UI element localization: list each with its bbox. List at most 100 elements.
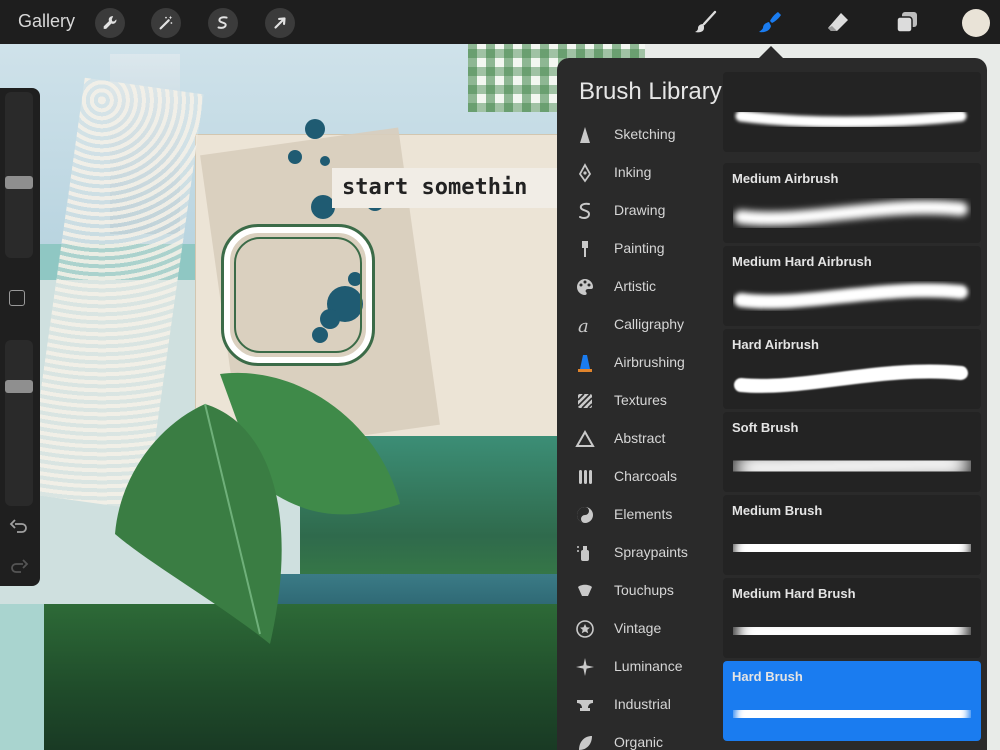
smudge-icon[interactable] (754, 6, 786, 38)
yin-yang-icon (575, 505, 595, 525)
brush-stroke-preview (735, 112, 967, 128)
category-label: Inking (614, 164, 652, 180)
wrench-icon[interactable] (95, 8, 125, 38)
svg-text:a: a (578, 316, 589, 335)
brush-stroke-preview (734, 200, 968, 226)
undo-icon[interactable] (9, 518, 29, 538)
brush-stroke-preview (734, 364, 968, 393)
brush-card[interactable]: Medium Hard Brush (723, 578, 981, 658)
category-sketching[interactable]: Sketching (557, 116, 722, 154)
brush-card[interactable]: Medium Airbrush (723, 163, 981, 243)
brush-card[interactable]: Medium Hard Airbrush (723, 246, 981, 326)
category-label: Vintage (614, 620, 662, 636)
paintbrush-icon (575, 239, 595, 259)
texture-icon (575, 391, 595, 411)
anvil-icon (575, 695, 595, 715)
brush-name: Medium Airbrush (732, 171, 839, 186)
category-painting[interactable]: Painting (557, 230, 722, 268)
brush-size-slider[interactable] (5, 92, 33, 258)
category-textures[interactable]: Textures (557, 382, 722, 420)
category-label: Touchups (614, 582, 674, 598)
brush-library-panel: Brush Library Sketching Inking Drawing Pain… (557, 58, 987, 750)
redo-icon[interactable] (9, 558, 29, 578)
category-industrial[interactable]: Industrial (557, 686, 722, 724)
brush-name: Hard Airbrush (732, 337, 819, 352)
opacity-slider[interactable] (5, 340, 33, 506)
brush-card[interactable]: Hard Airbrush (723, 329, 981, 409)
leaf-icon (575, 733, 595, 750)
top-toolbar: Gallery (0, 0, 1000, 44)
category-label: Textures (614, 392, 667, 408)
category-inking[interactable]: Inking (557, 154, 722, 192)
charcoal-icon (575, 467, 595, 487)
modify-button[interactable] (9, 290, 25, 306)
eraser-icon[interactable] (822, 6, 854, 38)
brush-card[interactable]: Soft Brush (723, 412, 981, 492)
category-label: Airbrushing (614, 354, 685, 370)
category-touchups[interactable]: Touchups (557, 572, 722, 610)
category-abstract[interactable]: Abstract (557, 420, 722, 458)
brush-size-thumb[interactable] (5, 176, 33, 189)
procreate-app: Gallery start somethin Brush Library Ske… (0, 0, 1000, 750)
mint-border (0, 604, 44, 750)
selection-icon[interactable] (208, 8, 238, 38)
category-label: Painting (614, 240, 665, 256)
start-something-label: start somethin (332, 168, 562, 208)
squiggle-icon (575, 201, 595, 221)
category-airbrushing[interactable]: Airbrushing (557, 344, 722, 382)
category-label: Charcoals (614, 468, 678, 484)
layers-icon[interactable] (891, 6, 923, 38)
color-swatch[interactable] (962, 9, 990, 37)
brush-stroke-preview (734, 449, 970, 483)
category-elements[interactable]: Elements (557, 496, 722, 534)
brush-stroke-preview (734, 283, 968, 309)
brush-sliders-sidebar (0, 88, 40, 586)
category-label: Drawing (614, 202, 666, 218)
brush-card[interactable]: Hard Brush (723, 661, 981, 741)
palette-icon (575, 277, 595, 297)
gallery-button[interactable]: Gallery (18, 11, 75, 32)
brush-name: Medium Hard Airbrush (732, 254, 872, 269)
pen-nib-icon (575, 163, 595, 183)
brush-name: Soft Brush (732, 420, 799, 435)
brush-name: Medium Hard Brush (732, 586, 856, 601)
category-list: Sketching Inking Drawing Painting Artistic a C… (557, 116, 722, 750)
pencil-tip-icon (575, 125, 595, 145)
category-artistic[interactable]: Artistic (557, 268, 722, 306)
opacity-thumb[interactable] (5, 380, 33, 393)
magic-wand-icon[interactable] (151, 8, 181, 38)
brush-cursor-ring (221, 224, 375, 366)
transform-arrow-icon[interactable] (265, 8, 295, 38)
category-calligraphy[interactable]: a Calligraphy (557, 306, 722, 344)
category-organic[interactable]: Organic (557, 724, 722, 750)
brush-name: Hard Brush (732, 669, 803, 684)
category-vintage[interactable]: Vintage (557, 610, 722, 648)
brush-stroke-preview (733, 530, 971, 566)
brush-list: Medium Airbrush Medium Hard Airbrush Hard … (723, 72, 981, 750)
category-label: Luminance (614, 658, 683, 674)
touchup-icon (575, 581, 595, 601)
category-charcoals[interactable]: Charcoals (557, 458, 722, 496)
category-label: Elements (614, 506, 673, 522)
brush-name: Medium Brush (732, 503, 823, 518)
category-drawing[interactable]: Drawing (557, 192, 722, 230)
category-label: Artistic (614, 278, 656, 294)
brush-stroke-preview (736, 612, 968, 650)
popover-arrow (759, 46, 783, 58)
category-label: Calligraphy (614, 316, 685, 332)
category-label: Organic (614, 734, 664, 750)
brush-stroke-preview (735, 694, 969, 734)
category-spraypaints[interactable]: Spraypaints (557, 534, 722, 572)
calligraphy-a-icon: a (575, 315, 595, 337)
brush-card[interactable] (723, 72, 981, 152)
spray-can-icon (575, 543, 595, 563)
category-label: Spraypaints (614, 544, 688, 560)
category-label: Industrial (614, 696, 671, 712)
brush-icon[interactable] (690, 6, 722, 38)
brush-card[interactable]: Medium Brush (723, 495, 981, 575)
airbrush-icon (575, 353, 595, 373)
green-leaf (110, 364, 410, 644)
star-badge-icon (575, 619, 595, 639)
category-luminance[interactable]: Luminance (557, 648, 722, 686)
category-label: Sketching (614, 126, 676, 142)
